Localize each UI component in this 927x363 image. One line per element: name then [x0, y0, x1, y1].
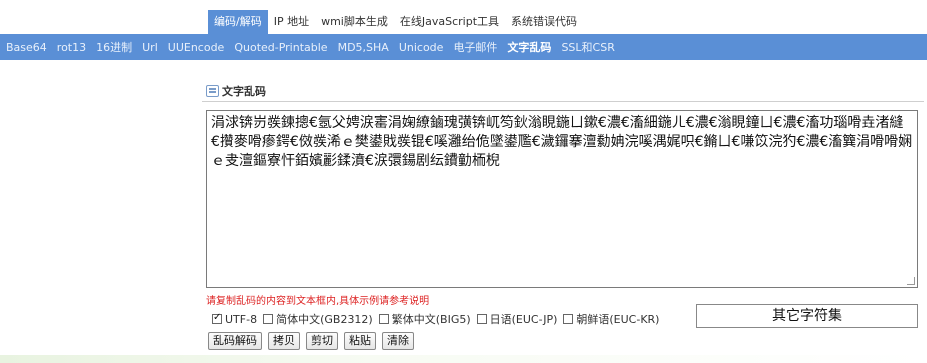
- clear-button[interactable]: 清除: [382, 332, 414, 350]
- tab-ip-address[interactable]: IP 地址: [268, 10, 315, 34]
- big5-label: 繁体中文(BIG5): [391, 313, 471, 326]
- tab-wmi-script[interactable]: wmi脚本生成: [315, 10, 394, 34]
- subnav-base64[interactable]: Base64: [6, 41, 47, 54]
- subnav-quoted-printable[interactable]: Quoted-Printable: [234, 41, 327, 54]
- gb2312-checkbox[interactable]: [263, 314, 274, 324]
- encoding-euc-kr[interactable]: 朝鲜语(EUC-KR): [563, 311, 659, 327]
- textarea-content: 涓浗锛岃彂鍊摠€氬父娉涙寚涓婅繚鏀瑰彉锛屼笉鈥滃睍鍦ㄩ鏉€濃€滀細鍦ㄦ€濃€滃睍…: [211, 115, 913, 169]
- utf8-label: UTF-8: [225, 312, 258, 326]
- instruction-hint: 请复制乱码的内容到文本框内,具体示例请参考说明: [206, 296, 430, 307]
- document-icon: [206, 84, 219, 97]
- utf8-checkbox[interactable]: [212, 312, 222, 324]
- tab-javascript-tools[interactable]: 在线JavaScript工具: [394, 10, 505, 34]
- subnav-rot13[interactable]: rot13: [57, 41, 86, 54]
- top-nav: 编码/解码 IP 地址 wmi脚本生成 在线JavaScript工具 系统错误代…: [208, 10, 583, 34]
- encoding-gb2312[interactable]: 简体中文(GB2312): [263, 311, 373, 327]
- paste-button[interactable]: 粘贴: [344, 332, 376, 350]
- decode-button[interactable]: 乱码解码: [208, 332, 262, 350]
- euc-kr-checkbox[interactable]: [563, 314, 574, 324]
- subnav-garbled-text[interactable]: 文字乱码: [507, 39, 551, 55]
- encoding-utf8[interactable]: UTF-8: [212, 312, 258, 326]
- copy-button[interactable]: 拷贝: [268, 332, 300, 350]
- subnav-ssl-csr[interactable]: SSL和CSR: [561, 39, 614, 55]
- gb2312-label: 简体中文(GB2312): [276, 313, 373, 326]
- subnav-email[interactable]: 电子邮件: [453, 39, 497, 55]
- encoding-euc-jp[interactable]: 日语(EUC-JP): [476, 311, 558, 327]
- subnav-url[interactable]: Url: [142, 41, 158, 54]
- big5-checkbox[interactable]: [378, 314, 389, 324]
- subnav-unicode[interactable]: Unicode: [399, 41, 444, 54]
- encoding-options: UTF-8 简体中文(GB2312) 繁体中文(BIG5) 日语(EUC-JP)…: [212, 308, 665, 330]
- tab-encode-decode[interactable]: 编码/解码: [208, 10, 268, 34]
- panel-title: 文字乱码: [222, 84, 266, 98]
- other-charset-field[interactable]: 其它字符集: [696, 304, 918, 328]
- garbled-text-input[interactable]: 涓浗锛岃彂鍊摠€氬父娉涙寚涓婅繚鏀瑰彉锛屼笉鈥滃睍鍦ㄩ鏉€濃€滀細鍦ㄦ€濃€滃睍…: [206, 110, 918, 288]
- action-buttons: 乱码解码 拷贝 剪切 粘贴 清除: [208, 332, 420, 350]
- sub-nav: Base64 rot13 16进制 Url UUEncode Quoted-Pr…: [0, 34, 927, 60]
- resize-grip[interactable]: [907, 277, 915, 285]
- encoding-big5[interactable]: 繁体中文(BIG5): [378, 311, 471, 327]
- bottom-decoration: [0, 355, 927, 363]
- subnav-md5-sha[interactable]: MD5,SHA: [338, 41, 389, 54]
- cut-button[interactable]: 剪切: [306, 332, 338, 350]
- garbled-text-panel: 文字乱码 涓浗锛岃彂鍊摠€氬父娉涙寚涓婅繚鏀瑰彉锛屼笉鈥滃睍鍦ㄩ鏉€濃€滀細鍦ㄦ…: [202, 80, 924, 354]
- panel-header: 文字乱码: [202, 80, 924, 102]
- euc-kr-label: 朝鲜语(EUC-KR): [576, 313, 660, 326]
- subnav-hex[interactable]: 16进制: [96, 39, 132, 55]
- tab-system-error-codes[interactable]: 系统错误代码: [505, 10, 583, 34]
- euc-jp-label: 日语(EUC-JP): [489, 313, 558, 326]
- subnav-uuencode[interactable]: UUEncode: [168, 41, 225, 54]
- euc-jp-checkbox[interactable]: [476, 314, 487, 324]
